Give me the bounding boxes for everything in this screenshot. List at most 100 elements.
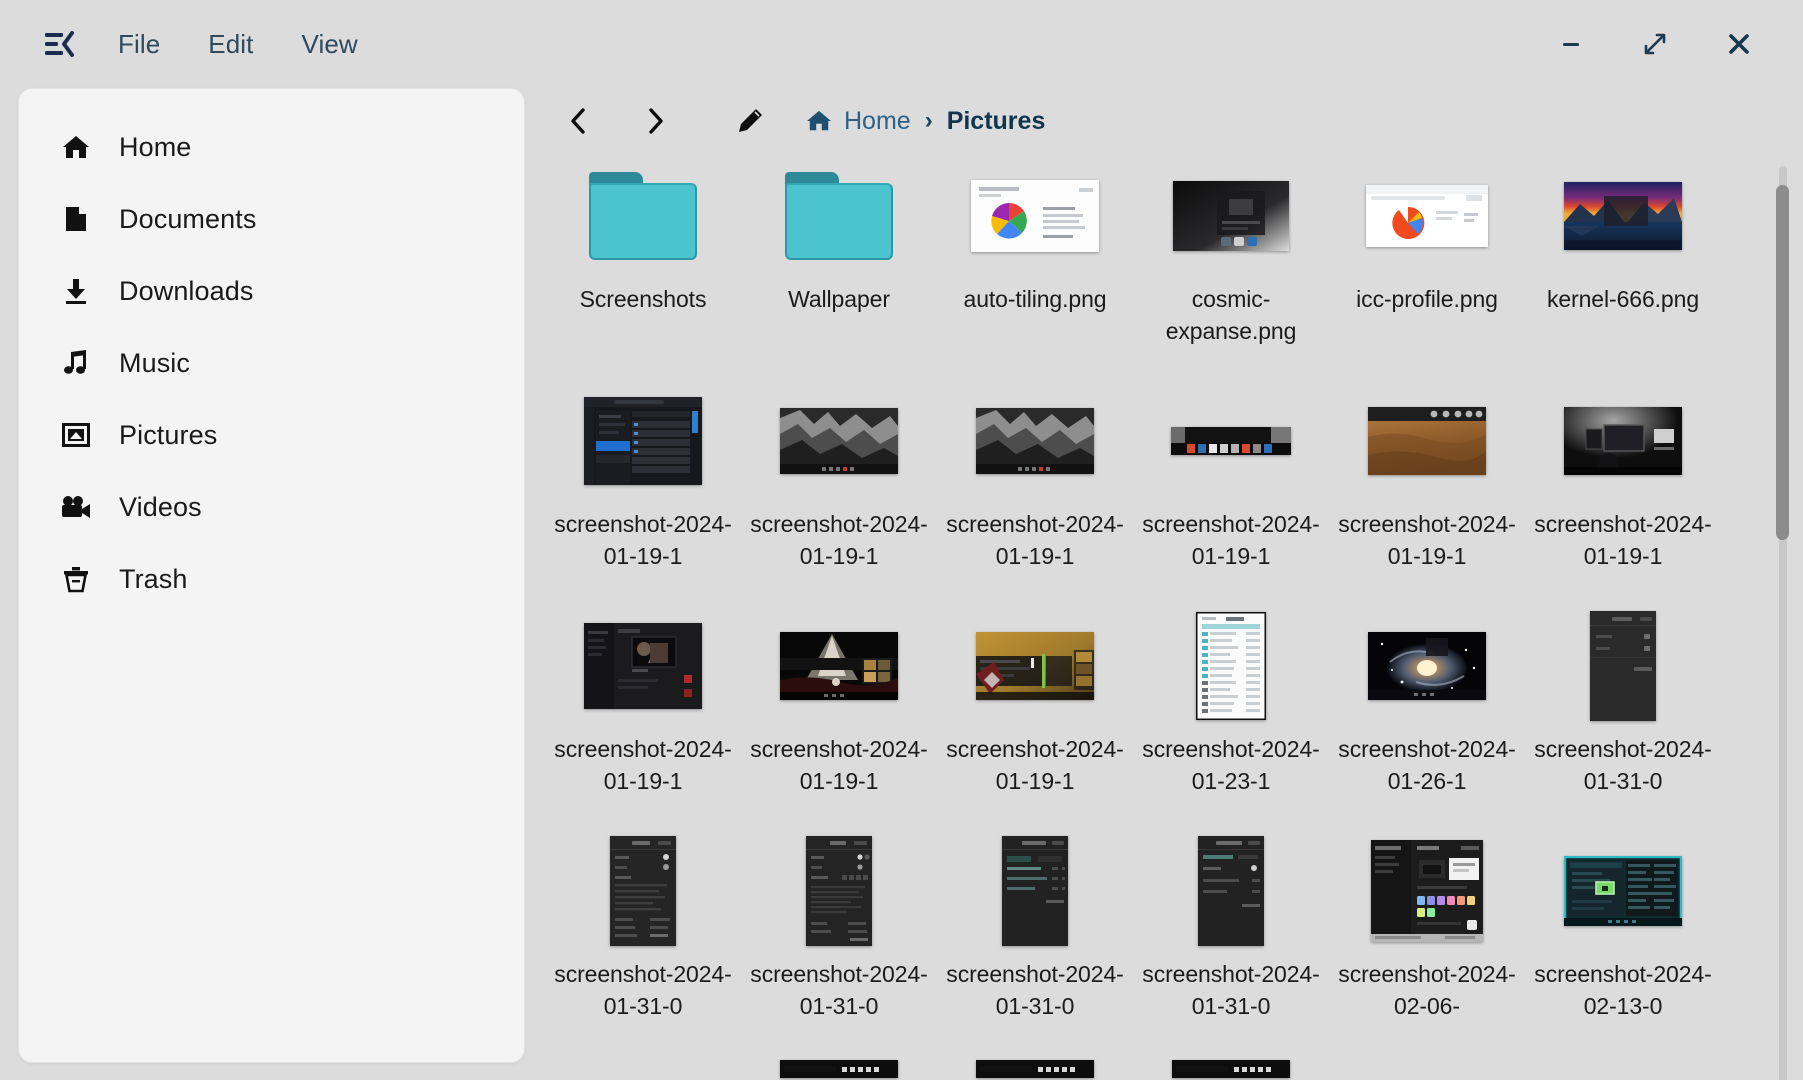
thumb-sunset-landscape [1564,182,1682,250]
file-item[interactable]: screenshot-2024-01-31-0 [741,829,937,1054]
sidebar-toggle-icon[interactable] [42,27,76,61]
file-item[interactable]: cosmic-expanse.png [1133,154,1329,379]
breadcrumb-pictures[interactable]: Pictures [947,107,1046,136]
file-label: screenshot-2024-01-19-1 [944,509,1126,572]
image-thumbnail [558,385,728,497]
pencil-icon[interactable] [722,97,778,145]
file-label: screenshot-2024-01-31-0 [1532,734,1714,797]
file-item[interactable] [1133,1054,1329,1080]
file-item[interactable]: screenshot-2024-01-19-1 [937,604,1133,829]
thumb-dark-room [1564,407,1682,475]
close-button[interactable] [1723,28,1755,60]
file-label: screenshot-2024-01-23-1 [1140,734,1322,797]
image-thumbnail [1538,835,1708,947]
thumb-doc-pie-chart-light [971,180,1099,252]
file-item[interactable]: screenshot-2024-01-31-0 [545,829,741,1054]
menu-view[interactable]: View [302,29,358,60]
sidebar: Home Documents [18,88,525,1063]
thumb-partial-row [780,1060,898,1078]
sidebar-item-trash[interactable]: Trash [19,543,524,615]
file-item[interactable]: Wallpaper [741,154,937,379]
maximize-button[interactable] [1639,28,1671,60]
file-item[interactable]: screenshot-2024-02-06- [1329,829,1525,1054]
sidebar-item-pictures[interactable]: Pictures [19,399,524,471]
file-item[interactable]: screenshot-2024-01-31-0 [1133,829,1329,1054]
file-label: screenshot-2024-01-26-1 [1336,734,1518,797]
file-item[interactable]: screenshot-2024-01-26-1 [1329,604,1525,829]
file-label: Screenshots [552,284,734,316]
minimize-button[interactable] [1555,28,1587,60]
image-thumbnail [754,1060,924,1080]
sidebar-item-home[interactable]: Home [19,111,524,183]
image-thumbnail [1146,610,1316,722]
file-item[interactable] [1329,1054,1525,1080]
file-item[interactable] [741,1054,937,1080]
header-bar: File Edit View [0,0,1803,88]
thumb-teal-tiling-wm [1564,856,1682,926]
sidebar-item-documents[interactable]: Documents [19,183,524,255]
thumb-grey-game [976,408,1094,474]
file-item[interactable]: screenshot-2024-01-31-0 [937,829,1133,1054]
file-item[interactable]: screenshot-2024-01-19-1 [1133,379,1329,604]
file-label: screenshot-2024-02-06- [1336,959,1518,1022]
image-thumbnail [950,835,1120,947]
file-label: screenshot-2024-01-19-1 [552,509,734,572]
file-item[interactable]: auto-tiling.png [937,154,1133,379]
file-item[interactable]: kernel-666.png [1525,154,1721,379]
file-item[interactable] [545,1054,741,1080]
menu-file[interactable]: File [118,29,160,60]
breadcrumb-separator: › [925,107,933,135]
thumb-brown-texture [1368,407,1486,475]
file-label: screenshot-2024-01-31-0 [944,959,1126,1022]
image-thumbnail [1538,160,1708,272]
download-icon [61,276,91,306]
image-thumbnail [1342,610,1512,722]
file-item[interactable] [1525,1054,1721,1080]
chevron-left-icon[interactable] [550,97,606,145]
thumb-tall-list-light [1196,612,1266,720]
file-item[interactable] [937,1054,1133,1080]
menu-edit[interactable]: Edit [208,29,253,60]
file-item[interactable]: icc-profile.png [1329,154,1525,379]
sidebar-item-label: Trash [119,564,188,595]
file-item[interactable]: screenshot-2024-01-19-1 [545,604,741,829]
sidebar-item-label: Music [119,348,190,379]
image-thumbnail [1342,385,1512,497]
image-thumbnail [950,385,1120,497]
menu-bar: File Edit View [118,29,358,60]
file-label: screenshot-2024-01-19-1 [944,734,1126,797]
file-item[interactable]: screenshot-2024-01-19-1 [741,604,937,829]
thumb-dark-teal-tall [1002,836,1068,946]
file-label: screenshot-2024-01-19-1 [1140,509,1322,572]
sidebar-item-videos[interactable]: Videos [19,471,524,543]
image-thumbnail [754,385,924,497]
image-thumbnail [1146,160,1316,272]
sidebar-item-label: Home [119,132,191,163]
file-item[interactable]: screenshot-2024-01-19-1 [937,379,1133,604]
sidebar-item-downloads[interactable]: Downloads [19,255,524,327]
breadcrumb-home[interactable]: Home [806,107,911,136]
file-item[interactable]: screenshot-2024-01-23-1 [1133,604,1329,829]
sidebar-item-label: Downloads [119,276,253,307]
file-item[interactable]: screenshot-2024-01-19-1 [545,379,741,604]
file-label: icc-profile.png [1336,284,1518,316]
file-item[interactable]: screenshot-2024-01-19-1 [1525,379,1721,604]
thumb-grey-game [780,408,898,474]
file-manager-window: File Edit View [0,0,1803,1080]
file-item[interactable]: Screenshots [545,154,741,379]
file-grid-scroll-area[interactable]: Screenshots Wallpaper [525,154,1803,1080]
scrollbar-thumb[interactable] [1776,185,1789,540]
path-bar: Home › Pictures [525,88,1803,154]
sidebar-item-music[interactable]: Music [19,327,524,399]
file-item[interactable]: screenshot-2024-01-19-1 [1329,379,1525,604]
image-thumbnail [950,160,1120,272]
file-item[interactable]: screenshot-2024-02-13-0 [1525,829,1721,1054]
folder-thumbnail [558,160,728,272]
thumb-dark-desktop [1173,181,1289,251]
image-thumbnail [950,610,1120,722]
file-item[interactable]: screenshot-2024-01-31-0 [1525,604,1721,829]
vertical-scrollbar[interactable] [1776,166,1789,1080]
file-item[interactable]: screenshot-2024-01-19-1 [741,379,937,604]
chevron-right-icon[interactable] [628,97,684,145]
image-thumbnail [558,610,728,722]
